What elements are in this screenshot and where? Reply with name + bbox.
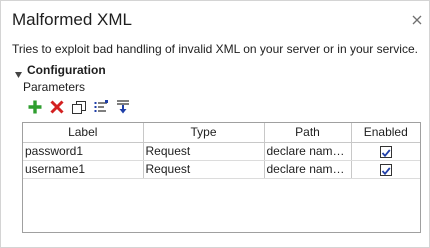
table-header-row: Label Type Path Enabled	[23, 123, 420, 143]
parameters-label: Parameters	[23, 80, 86, 94]
enabled-checkbox[interactable]	[379, 163, 392, 176]
column-header-path[interactable]: Path	[264, 123, 352, 143]
table-row[interactable]: password1 Request declare names...	[23, 142, 420, 161]
add-icon[interactable]	[26, 98, 44, 116]
table-row[interactable]: username1 Request declare names...	[23, 160, 420, 179]
cell-label[interactable]: username1	[23, 160, 144, 179]
parameters-toolbar	[26, 98, 136, 116]
parameters-table: Label Type Path Enabled password1 Reques…	[22, 122, 421, 233]
cell-enabled	[351, 142, 420, 161]
configuration-section-toggle[interactable]: Configuration	[14, 63, 106, 78]
cell-path[interactable]: declare names...	[264, 142, 352, 161]
delete-icon[interactable]	[48, 98, 66, 116]
panel-description: Tries to exploit bad handling of invalid…	[12, 42, 418, 56]
clone-icon[interactable]	[70, 98, 88, 116]
configuration-label: Configuration	[27, 63, 106, 77]
cell-path[interactable]: declare names...	[264, 160, 352, 179]
cell-label[interactable]: password1	[23, 142, 144, 161]
cell-type[interactable]: Request	[143, 160, 265, 179]
panel-title: Malformed XML	[12, 10, 132, 29]
column-header-type[interactable]: Type	[143, 123, 265, 143]
sort-icon[interactable]	[114, 98, 132, 116]
malformed-xml-panel: Malformed XML Tries to exploit bad handl…	[0, 0, 430, 248]
close-icon[interactable]	[411, 13, 423, 25]
cell-enabled	[351, 160, 420, 179]
column-header-label[interactable]: Label	[23, 123, 144, 143]
collapse-triangle-icon	[14, 66, 23, 78]
edit-list-icon[interactable]	[92, 98, 110, 116]
cell-type[interactable]: Request	[143, 142, 265, 161]
enabled-checkbox[interactable]	[379, 145, 392, 158]
column-header-enabled[interactable]: Enabled	[351, 123, 420, 143]
